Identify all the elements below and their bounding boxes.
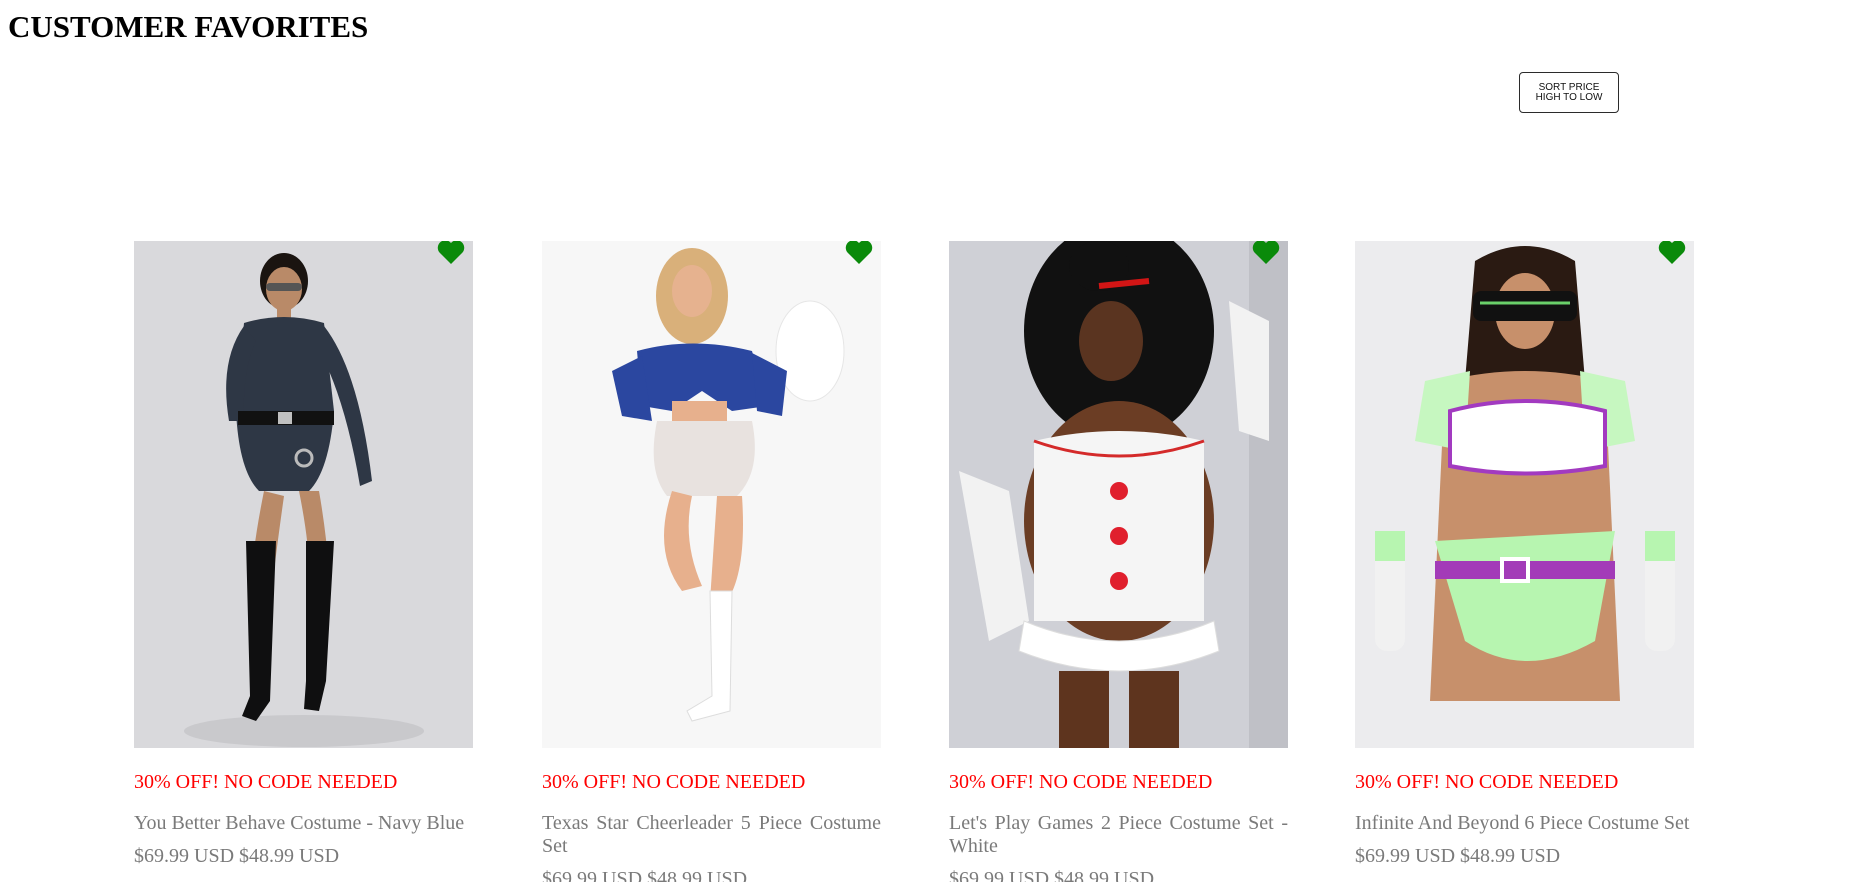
page-title: CUSTOMER FAVORITES — [8, 9, 369, 44]
product-photo-police — [134, 241, 473, 748]
product-card[interactable]: 30% OFF! NO CODE NEEDED Infinite And Bey… — [1355, 241, 1694, 868]
product-card[interactable]: 30% OFF! NO CODE NEEDED Texas Star Cheer… — [542, 241, 881, 882]
promo-label: 30% OFF! NO CODE NEEDED — [1355, 771, 1619, 793]
promo-label: 30% OFF! NO CODE NEEDED — [134, 771, 398, 793]
product-image[interactable] — [1355, 241, 1694, 748]
product-name-link[interactable]: Infinite And Beyond 6 Piece Costume Set — [1355, 812, 1694, 835]
product-photo-clown — [949, 241, 1288, 748]
sort-price-button[interactable]: SORT PRICE HIGH TO LOW — [1519, 72, 1619, 113]
product-image[interactable] — [542, 241, 881, 748]
product-card[interactable]: 30% OFF! NO CODE NEEDED Let's Play Games… — [949, 241, 1288, 882]
promo-label: 30% OFF! NO CODE NEEDED — [542, 771, 806, 793]
product-card[interactable]: 30% OFF! NO CODE NEEDED You Better Behav… — [134, 241, 473, 868]
product-name-link[interactable]: You Better Behave Costume - Navy Blue — [134, 812, 473, 835]
product-image[interactable] — [949, 241, 1288, 748]
product-price: $69.99 USD $48.99 USD — [1355, 845, 1561, 867]
product-price: $69.99 USD $48.99 USD — [134, 845, 340, 867]
heart-icon[interactable] — [437, 241, 465, 265]
heart-icon[interactable] — [1252, 241, 1280, 265]
product-photo-cheerleader — [542, 241, 881, 748]
promo-label: 30% OFF! NO CODE NEEDED — [949, 771, 1213, 793]
product-price: $69.99 USD $48.99 USD — [542, 868, 748, 882]
product-price: $69.99 USD $48.99 USD — [949, 868, 1155, 882]
heart-icon[interactable] — [1658, 241, 1686, 265]
product-image[interactable] — [134, 241, 473, 748]
product-photo-space-ranger — [1355, 241, 1694, 748]
product-name-link[interactable]: Texas Star Cheerleader 5 Piece Costume S… — [542, 812, 881, 858]
product-name-link[interactable]: Let's Play Games 2 Piece Costume Set - W… — [949, 812, 1288, 858]
heart-icon[interactable] — [845, 241, 873, 265]
